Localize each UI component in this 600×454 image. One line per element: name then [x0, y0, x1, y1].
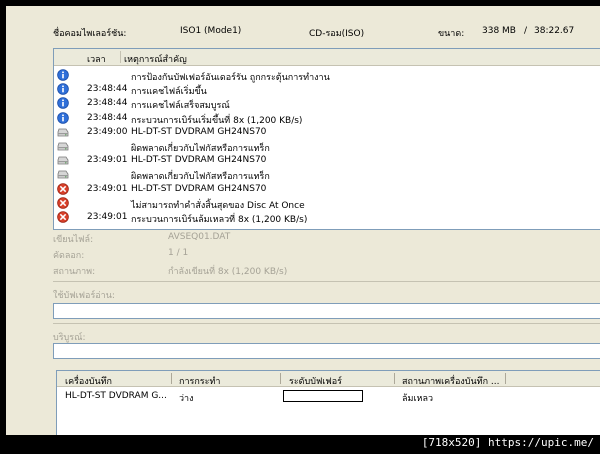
log-entry[interactable]: การป้องกันบัฟเฟอร์อันเดอร์รัน ถูกกระตุ้น… — [54, 68, 600, 83]
read-buffer-label: ใช้บัฟเฟอร์อ่าน: — [53, 291, 115, 301]
log-entry[interactable]: 23:49:00 HL-DT-ST DVDRAM GH24NS70 — [54, 125, 600, 139]
buffer-level-bar — [283, 390, 363, 402]
log-entry[interactable]: 23:49:01 HL-DT-ST DVDRAM GH24NS70 — [54, 182, 600, 196]
disc-format-value: CD-รอม(ISO) — [309, 29, 365, 39]
drive-icon — [57, 154, 69, 166]
log-entry-message: HL-DT-ST DVDRAM GH24NS70 — [131, 183, 267, 194]
column-action[interactable]: การกระทำ — [179, 374, 220, 388]
watermark: [718x520] https://upic.me/ — [421, 436, 594, 449]
log-entry-time: 23:48:44 — [87, 98, 128, 109]
column-buffer-level[interactable]: ระดับบัฟเฟอร์ — [289, 374, 342, 388]
info-icon — [57, 97, 69, 110]
info-icon — [57, 69, 69, 81]
recorders-list[interactable]: เครื่องบันทึก การกระทำ ระดับบัฟเฟอร์ สถา… — [56, 370, 600, 435]
size-value: 338 MB — [482, 26, 516, 36]
log-entry-time: 23:49:00 — [87, 126, 128, 137]
log-entry[interactable]: ผิดพลาดเกี่ยวกับไฟกัสหรือการแทร็ก — [54, 167, 600, 182]
duration-value: 38:22.67 — [534, 26, 575, 36]
complete-label: บริบูรณ์: — [53, 333, 86, 343]
column-event[interactable]: เหตุการณ์สำคัญ — [124, 52, 187, 66]
info-icon — [57, 111, 69, 124]
write-file-value: AVSEQ01.DAT — [168, 232, 231, 242]
event-log-list[interactable]: เวลา เหตุการณ์สำคัญ การป้องกันบัฟเฟอร์อั… — [53, 48, 600, 230]
log-entry-message: กระบวนการเบิร์นล้มเหลวที่ 8x (1,200 KB/s… — [131, 215, 308, 225]
copy-label: คัดลอก: — [53, 251, 85, 261]
log-entry-time: 23:49:01 — [87, 155, 128, 166]
burn-progress-window: ชื่อคอมไพเลอร์ชัน: ISO1 (Mode1) CD-รอม(I… — [6, 6, 600, 435]
log-entry-message: HL-DT-ST DVDRAM GH24NS70 — [131, 155, 267, 166]
size-label: ขนาด: — [438, 29, 465, 39]
log-entry[interactable]: 23:49:01 กระบวนการเบิร์นล้มเหลวที่ 8x (1,… — [54, 210, 600, 225]
log-entry-message: HL-DT-ST DVDRAM GH24NS70 — [131, 126, 267, 137]
event-log-header: เวลา เหตุการณ์สำคัญ — [54, 49, 600, 66]
status-label: สถานภาพ: — [53, 267, 96, 277]
log-entry[interactable]: 23:48:44 การแคชไฟล์เริ่มขึ้น — [54, 82, 600, 97]
write-file-label: เขียนไฟล์: — [53, 235, 94, 245]
column-recorder[interactable]: เครื่องบันทึก — [65, 374, 112, 388]
header-bar: ชื่อคอมไพเลอร์ชัน: ISO1 (Mode1) CD-รอม(I… — [53, 26, 575, 39]
error-icon — [57, 211, 69, 223]
drive-icon — [57, 140, 69, 152]
drive-icon — [57, 126, 69, 138]
compilation-name-value: ISO1 (Mode1) — [180, 26, 242, 36]
log-entry-time: 23:48:44 — [87, 84, 128, 95]
complete-progress-bar — [53, 343, 600, 359]
log-entry-time: 23:49:01 — [87, 183, 128, 194]
log-entry[interactable]: 23:49:01 HL-DT-ST DVDRAM GH24NS70 — [54, 153, 600, 167]
recorder-status: ล้มเหลว — [402, 394, 434, 404]
error-icon — [57, 182, 69, 195]
drive-icon — [57, 168, 69, 180]
log-entry-time: 23:49:01 — [87, 212, 128, 222]
compilation-name-label: ชื่อคอมไพเลอร์ชัน: — [53, 29, 127, 39]
error-icon — [57, 196, 69, 209]
status-value: กำลังเขียนที่ 8x (1,200 KB/s) — [168, 267, 288, 277]
log-entry-time: 23:48:44 — [87, 112, 128, 123]
log-entry[interactable]: 23:48:44 กระบวนการเบิร์นเริ่มขึ้นที่ 8x (… — [54, 111, 600, 126]
recorders-header: เครื่องบันทึก การกระทำ ระดับบัฟเฟอร์ สถา… — [57, 371, 600, 387]
log-entry[interactable]: 23:48:44 การแคชไฟล์เสร็จสมบูรณ์ — [54, 96, 600, 111]
recorder-action: ว่าง — [179, 394, 194, 404]
column-time[interactable]: เวลา — [87, 52, 106, 66]
recorder-name: HL-DT-ST DVDRAM G... — [65, 391, 167, 401]
read-buffer-bar — [53, 303, 600, 319]
copy-value: 1 / 1 — [168, 248, 189, 258]
column-recorder-status[interactable]: สถานภาพเครื่องบันทึก ... — [402, 374, 500, 388]
info-icon — [57, 83, 69, 95]
log-entry[interactable]: ไม่สามารถทำคำสั่งสิ้นสุดของ Disc At Once — [54, 196, 600, 211]
log-entry[interactable]: ผิดพลาดเกี่ยวกับไฟกัสหรือการแทร็ก — [54, 139, 600, 154]
